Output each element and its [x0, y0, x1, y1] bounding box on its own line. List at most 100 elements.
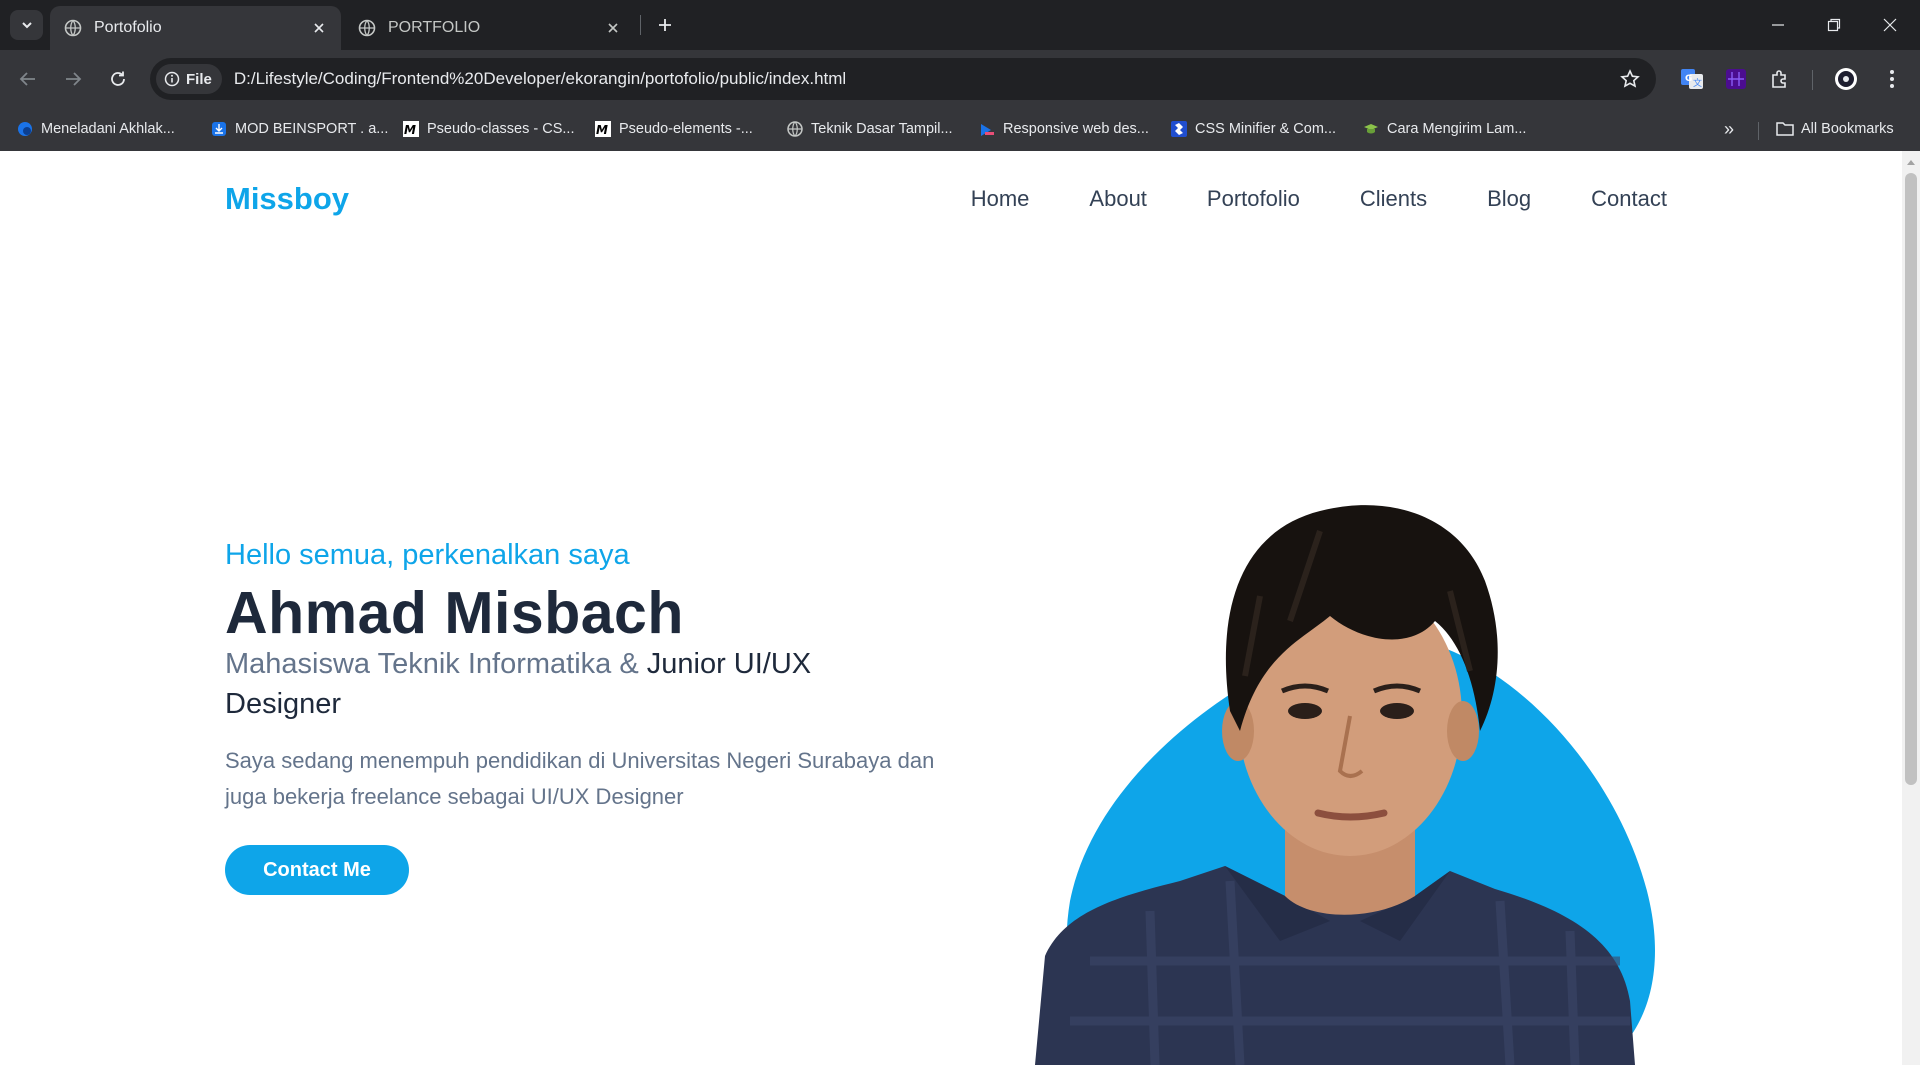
- reload-button[interactable]: [100, 61, 136, 97]
- minimize-icon: [1772, 24, 1784, 26]
- extensions-menu-button[interactable]: [1764, 63, 1796, 95]
- site-nav: Home About Portofolio Clients Blog Conta…: [911, 186, 1667, 212]
- hero-role-muted: Mahasiswa Teknik Informatika &: [225, 648, 639, 680]
- tab-search-button[interactable]: [10, 10, 43, 40]
- bookmark-item[interactable]: Teknik Dasar Tampil...: [786, 116, 953, 142]
- graduation-cap-icon: [1362, 120, 1380, 138]
- plus-icon: [659, 19, 671, 31]
- browser-chrome: Portofolio PORTFOLIO File D:/Lifestyle/C…: [0, 0, 1920, 151]
- site-logo[interactable]: Missboy: [225, 181, 349, 217]
- folder-icon: [1776, 120, 1794, 138]
- globe-icon: [358, 19, 376, 37]
- nav-blog[interactable]: Blog: [1487, 186, 1531, 212]
- globe-icon: [786, 120, 804, 138]
- tab-strip: Portofolio PORTFOLIO: [0, 0, 1920, 50]
- avatar-icon: [1835, 68, 1857, 90]
- bookmark-label: Pseudo-elements -...: [619, 121, 753, 137]
- chrome-dev-icon: [978, 120, 996, 138]
- minimize-button[interactable]: [1750, 0, 1806, 50]
- mdn-icon: M: [594, 120, 612, 138]
- tab-portofolio[interactable]: Portofolio: [50, 6, 341, 50]
- nav-clients[interactable]: Clients: [1360, 186, 1427, 212]
- nav-portofolio[interactable]: Portofolio: [1207, 186, 1300, 212]
- browser-menu-button[interactable]: [1876, 63, 1908, 95]
- bookmarks-bar: Meneladani Akhlak... MOD BEINSPORT . a..…: [0, 108, 1920, 151]
- bookmark-item[interactable]: M Pseudo-elements -...: [594, 116, 753, 142]
- bookmark-label: Meneladani Akhlak...: [41, 121, 175, 137]
- new-tab-button[interactable]: [650, 10, 680, 40]
- close-icon[interactable]: [309, 18, 329, 38]
- hero-portrait: [1035, 505, 1655, 1065]
- arrow-right-icon: [66, 72, 82, 86]
- browser-toolbar: File D:/Lifestyle/Coding/Frontend%20Deve…: [0, 50, 1920, 108]
- scrollbar-thumb[interactable]: [1905, 173, 1917, 785]
- hero-name: Ahmad Misbach: [225, 580, 684, 646]
- star-icon: [1620, 69, 1640, 88]
- tab-separator: [640, 15, 641, 35]
- bookmark-label: Teknik Dasar Tampil...: [811, 121, 953, 137]
- globe-icon: [64, 19, 82, 37]
- hero-role: Mahasiswa Teknik Informatika & Junior UI…: [225, 644, 885, 724]
- address-bar[interactable]: File D:/Lifestyle/Coding/Frontend%20Deve…: [150, 58, 1656, 100]
- nav-about[interactable]: About: [1089, 186, 1147, 212]
- restore-button[interactable]: [1806, 0, 1862, 50]
- download-icon: [210, 120, 228, 138]
- bookmark-item[interactable]: Responsive web des...: [978, 116, 1149, 142]
- bookmarks-overflow-button[interactable]: »: [1716, 116, 1742, 142]
- info-icon: [164, 71, 180, 87]
- mdn-icon: M: [402, 120, 420, 138]
- reload-icon: [111, 71, 125, 86]
- bookmark-item[interactable]: Cara Mengirim Lam...: [1362, 116, 1526, 142]
- nav-home[interactable]: Home: [971, 186, 1030, 212]
- page-viewport: Missboy Home About Portofolio Clients Bl…: [0, 151, 1902, 1065]
- nav-contact[interactable]: Contact: [1591, 186, 1667, 212]
- forward-button[interactable]: [55, 61, 91, 97]
- site-info-chip[interactable]: File: [156, 64, 222, 94]
- profile-button[interactable]: [1830, 63, 1862, 95]
- puzzle-icon: [1772, 70, 1786, 88]
- scroll-up-arrow-icon[interactable]: [1902, 155, 1920, 169]
- grid-extension-icon: [1726, 69, 1746, 89]
- tab-portfolio[interactable]: PORTFOLIO: [344, 6, 635, 50]
- bookmark-label: Pseudo-classes - CS...: [427, 121, 575, 137]
- bookmark-item[interactable]: Meneladani Akhlak...: [16, 116, 175, 142]
- bookmarks-separator: [1758, 122, 1759, 140]
- close-icon[interactable]: [603, 18, 623, 38]
- arrow-left-icon: [19, 72, 35, 86]
- tab-title: Portofolio: [94, 19, 162, 36]
- hero-greeting: Hello semua, perkenalkan saya: [225, 539, 630, 571]
- bookmark-item[interactable]: M Pseudo-classes - CS...: [402, 116, 574, 142]
- all-bookmarks-button[interactable]: All Bookmarks: [1776, 116, 1894, 142]
- chevron-down-icon: [21, 22, 32, 29]
- url-text[interactable]: D:/Lifestyle/Coding/Frontend%20Developer…: [234, 69, 1612, 89]
- bookmark-item[interactable]: MOD BEINSPORT . a...: [210, 116, 388, 142]
- globe-blue-icon: [16, 120, 34, 138]
- extension-button[interactable]: [1720, 63, 1752, 95]
- window-close-button[interactable]: [1862, 0, 1918, 50]
- bookmark-label: MOD BEINSPORT . a...: [235, 121, 389, 137]
- toptal-icon: [1170, 120, 1188, 138]
- svg-text:M: M: [404, 123, 416, 137]
- restore-icon: [1827, 18, 1841, 32]
- svg-text:M: M: [596, 123, 608, 137]
- bookmark-label: Responsive web des...: [1003, 121, 1149, 137]
- bookmark-label: Cara Mengirim Lam...: [1387, 121, 1527, 137]
- all-bookmarks-label: All Bookmarks: [1801, 121, 1894, 137]
- kebab-menu-icon: [1890, 70, 1894, 88]
- page-scrollbar[interactable]: [1902, 151, 1920, 1065]
- toolbar-separator: [1812, 70, 1813, 90]
- scheme-label: File: [186, 70, 212, 88]
- back-button[interactable]: [10, 61, 46, 97]
- google-translate-icon: G文: [1681, 69, 1703, 89]
- translate-extension-button[interactable]: G文: [1676, 63, 1708, 95]
- svg-text:文: 文: [1693, 77, 1702, 89]
- tab-title: PORTFOLIO: [388, 19, 481, 36]
- svg-text:G: G: [1685, 74, 1692, 84]
- bookmark-label: CSS Minifier & Com...: [1195, 121, 1336, 137]
- contact-me-button[interactable]: Contact Me: [225, 845, 409, 895]
- bookmark-star-button[interactable]: [1612, 61, 1648, 97]
- hero-description: Saya sedang menempuh pendidikan di Unive…: [225, 748, 935, 809]
- bookmark-item[interactable]: CSS Minifier & Com...: [1170, 116, 1336, 142]
- close-icon: [1883, 18, 1897, 32]
- double-chevron-right-icon: »: [1723, 118, 1734, 139]
